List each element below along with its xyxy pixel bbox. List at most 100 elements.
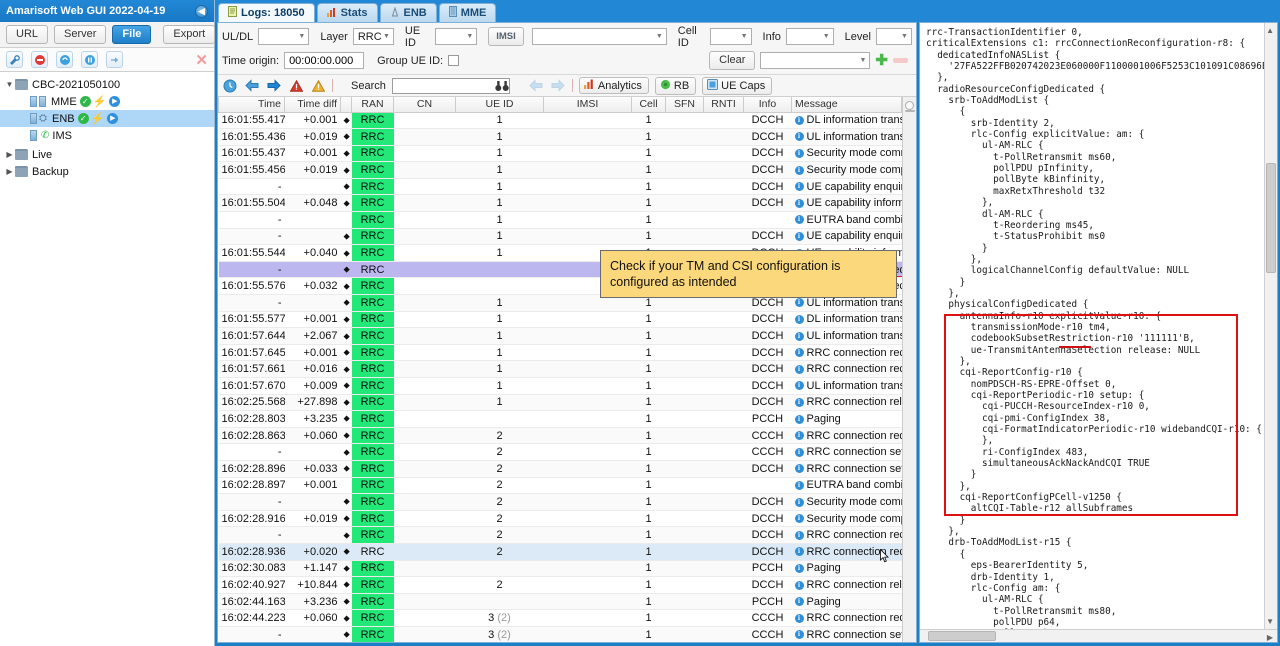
table-row[interactable]: 16:01:57.645 +0.001 ⬥ RRC 1 1 DCCH i RRC connect… <box>218 344 902 362</box>
pause-icon[interactable] <box>81 51 98 68</box>
layer-select[interactable]: RRC ▼ <box>352 28 394 45</box>
table-row[interactable]: 16:02:28.936 +0.020 ⬥ RRC 2 1 DCCH i RRC connect… <box>218 543 902 561</box>
arrow-right-icon[interactable] <box>266 78 282 94</box>
search-input[interactable] <box>391 77 510 94</box>
col-sfn[interactable]: SFN <box>665 97 704 113</box>
table-row[interactable]: - ⬥RRC 2 1 CCCHiRRC connection setup <box>218 443 902 461</box>
level-select[interactable]: ▼ <box>875 28 912 45</box>
imsi-select[interactable]: ▼ <box>531 28 667 45</box>
tab-enb[interactable]: ENB <box>379 3 437 22</box>
wrench-icon[interactable] <box>6 51 23 68</box>
table-row[interactable]: 16:02:40.927 +10.844 ⬥ RRC 2 1 DCCH i RRC connec… <box>218 576 902 594</box>
ue-caps-button[interactable]: UE Caps <box>702 76 773 95</box>
detail-vertical-scrollbar[interactable]: ▲ ▼ <box>1264 23 1277 629</box>
table-row[interactable]: 16:01:55.504 +0.048 ⬥ RRC 1 1 DCCH i UE capabili… <box>218 194 902 213</box>
export-button[interactable]: Export <box>163 25 216 44</box>
table-row[interactable]: - ⬥RRC 3 (2) 1 CCCHiRRC connection setup <box>218 626 902 642</box>
table-row[interactable]: - ⬥RRC 2 1 DCCHiRRC connection reconfigurati… <box>218 526 902 544</box>
col-ran[interactable]: RAN <box>351 97 394 113</box>
table-row[interactable]: 16:01:55.417 +0.001 ⬥ RRC 1 1 DCCH i DL informat… <box>218 112 902 130</box>
tree-node-cbc[interactable]: ▼ CBC-2021050100 <box>0 76 214 93</box>
detail-scroll-thumb[interactable] <box>1266 163 1276 273</box>
search-prev-icon[interactable] <box>528 78 544 94</box>
col-info[interactable]: Info <box>743 97 792 113</box>
arrow-left-icon[interactable] <box>244 78 260 94</box>
table-row[interactable]: 16:02:28.897+0.001 RRC 2 1 iEUTRA band combi… <box>218 477 902 495</box>
tab-stats[interactable]: Stats <box>316 3 378 22</box>
close-icon[interactable]: ✕ <box>195 51 208 69</box>
table-row[interactable]: 16:02:44.223 +0.060 ⬥ RRC 3 (2) 1 CCCH i RRC con… <box>218 609 902 627</box>
table-row[interactable]: 16:02:44.163 +3.236 ⬥ RRC 1 PCCH i Paging <box>218 593 902 611</box>
col-rnti[interactable]: RNTI <box>703 97 744 113</box>
info-icon: i <box>794 397 804 407</box>
group-ueid-checkbox[interactable] <box>448 55 460 66</box>
table-row[interactable]: - ⬥RRC 2 1 DCCHiSecurity mode command <box>218 493 902 511</box>
url-button[interactable]: URL <box>6 25 49 44</box>
time-origin-input[interactable]: 00:00:00.000 <box>284 52 365 69</box>
table-row[interactable]: - ⬥ RRC 1 1 DCCH i UE capability enquiry <box>218 228 902 246</box>
table-row[interactable]: 16:01:55.436 +0.019 ⬥ RRC 1 1 DCCH i UL informat… <box>218 128 902 146</box>
table-row[interactable]: 16:02:30.083 +1.147 ⬥ RRC 1 PCCH i Paging <box>218 560 902 578</box>
tree-node-enb[interactable]: ⛭ ENB ✓ ⚡ ▶ <box>0 110 214 127</box>
play-icon[interactable]: ▶ <box>109 96 121 107</box>
table-row[interactable]: 16:01:55.456 +0.019 ⬥ RRC 1 1 DCCH i Security mo… <box>218 161 902 179</box>
table-row[interactable]: - ⬥ RRC 1 1 DCCH i UE capability enquiry <box>218 178 902 196</box>
table-row[interactable]: 16:01:57.644 +2.067 ⬥ RRC 1 1 DCCH i UL informat… <box>218 327 902 345</box>
error-triangle-icon[interactable] <box>288 78 304 94</box>
tree-node-live[interactable]: ▶ Live <box>0 146 214 163</box>
tree-node-ims[interactable]: ✆ IMS <box>0 127 214 144</box>
col-ue-id[interactable]: UE ID <box>455 97 544 113</box>
scroll-down-arrow-icon[interactable]: ▼ <box>1266 617 1274 626</box>
refresh-icon[interactable] <box>56 51 73 68</box>
uldl-select[interactable]: ▼ <box>258 28 310 45</box>
scroll-lock-icon[interactable] <box>905 101 915 110</box>
analytics-button[interactable]: Analytics <box>578 77 649 94</box>
table-vertical-scrollbar[interactable] <box>902 97 916 642</box>
col-cell[interactable]: Cell <box>631 97 666 113</box>
play-icon[interactable]: ▶ <box>107 113 119 124</box>
server-button[interactable]: Server <box>54 25 107 44</box>
extra-filter-select[interactable]: ▼ <box>760 52 871 69</box>
tree-node-backup[interactable]: ▶ Backup <box>0 163 214 180</box>
file-button[interactable]: File <box>112 25 152 44</box>
chevron-left-icon[interactable]: ◀ <box>195 4 208 18</box>
col-imsi[interactable]: IMSI <box>543 97 632 113</box>
detail-hscroll-thumb[interactable] <box>928 631 996 641</box>
expand-arrow-icon[interactable]: ▼ <box>4 80 15 89</box>
table-row[interactable]: 16:02:25.568 +27.898 ⬥ RRC 1 1 DCCH i RRC connec… <box>218 394 902 412</box>
table-row[interactable]: 16:01:57.661 +0.016 ⬥ RRC 1 1 DCCH i RRC connect… <box>218 360 902 378</box>
stop-icon[interactable] <box>31 51 48 68</box>
expand-arrow-icon[interactable]: ▶ <box>4 167 15 176</box>
col-cn[interactable]: CN <box>393 97 456 113</box>
clear-button[interactable]: Clear <box>709 51 756 70</box>
tree-node-mme[interactable]: MME ✓ ⚡ ▶ <box>0 93 214 110</box>
plug-icon[interactable] <box>106 51 123 68</box>
col-message[interactable]: Message <box>790 97 903 113</box>
table-row[interactable]: 16:02:28.863 +0.060 ⬥ RRC 2 1 CCCH i RRC connect… <box>218 427 902 445</box>
ueid-select[interactable]: ▼ <box>434 28 478 45</box>
col-time-diff[interactable]: Time diff <box>284 97 341 113</box>
table-row[interactable]: 16:02:28.916 +0.019 ⬥ RRC 2 1 DCCH i Security mo… <box>218 510 902 528</box>
table-row[interactable]: 16:02:28.803 +3.235 ⬥ RRC 1 PCCH i Paging <box>218 410 902 428</box>
cellid-select[interactable]: ▼ <box>710 28 752 45</box>
table-row[interactable]: 16:02:28.896 +0.033 ⬥ RRC 2 1 DCCH i RRC connect… <box>218 460 902 478</box>
plus-icon[interactable]: ✚ <box>875 53 888 68</box>
warning-triangle-icon[interactable] <box>310 78 326 94</box>
scroll-right-arrow-icon[interactable]: ▶ <box>1267 633 1273 642</box>
search-next-icon[interactable] <box>550 78 566 94</box>
table-row[interactable]: 16:01:55.437 +0.001 ⬥ RRC 1 1 DCCH i Security mo… <box>218 145 902 163</box>
scroll-up-arrow-icon[interactable]: ▲ <box>1266 26 1274 35</box>
imsi-button[interactable]: IMSI <box>488 27 524 46</box>
table-row[interactable]: - RRC 1 1 iEUTRA band combinations <box>218 211 902 229</box>
table-row[interactable]: 16:01:55.577 +0.001 ⬥ RRC 1 1 DCCH i DL informat… <box>218 311 902 329</box>
rb-button[interactable]: RB <box>654 76 697 95</box>
minus-icon[interactable] <box>893 58 908 63</box>
expand-arrow-icon[interactable]: ▶ <box>4 150 15 159</box>
col-time[interactable]: Time <box>218 97 285 113</box>
info-select[interactable]: ▼ <box>785 28 834 45</box>
clock-icon[interactable] <box>222 78 238 94</box>
binoculars-icon[interactable] <box>494 78 510 94</box>
table-row[interactable]: 16:01:57.670 +0.009 ⬥ RRC 1 1 DCCH i UL informat… <box>218 377 902 395</box>
tab-mme[interactable]: MME <box>438 3 497 22</box>
tab-logs[interactable]: Logs: 18050 <box>218 3 315 22</box>
